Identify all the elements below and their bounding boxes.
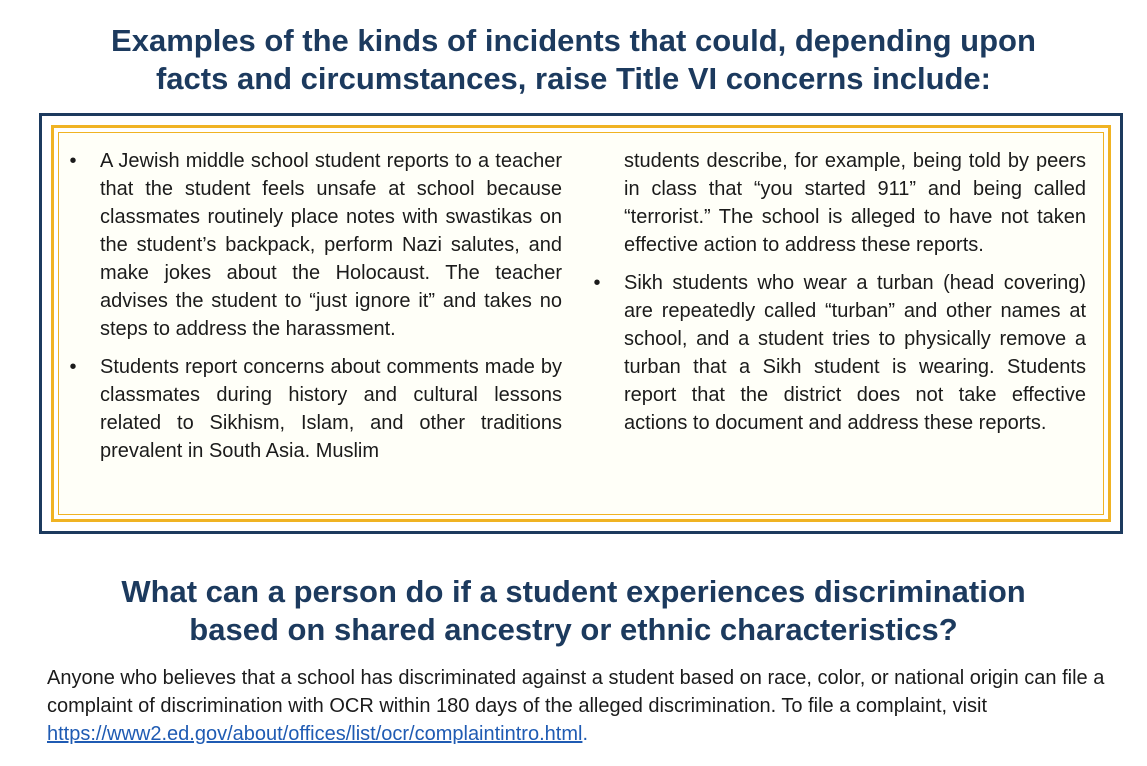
bullet-icon: • [69,356,77,378]
what-to-do-heading-line1: What can a person do if a student experi… [121,574,1026,609]
examples-heading: Examples of the kinds of incidents that … [0,22,1147,98]
examples-left-column: • A Jewish middle school student reports… [62,147,562,475]
list-item: • A Jewish middle school student reports… [62,147,562,343]
list-item: • Sikh students who wear a turban (head … [586,269,1086,437]
example-text: students describe, for example, being to… [624,150,1086,256]
list-item: • Students report concerns about comment… [62,353,562,465]
complaint-link-period: . [582,723,588,745]
what-to-do-heading-line2: based on shared ancestry or ethnic chara… [189,612,958,647]
what-to-do-heading: What can a person do if a student experi… [0,573,1147,649]
bullet-icon: • [69,150,77,172]
examples-heading-line1: Examples of the kinds of incidents that … [111,23,1036,58]
complaint-text: Anyone who believes that a school has di… [47,667,1105,717]
list-item-continued: students describe, for example, being to… [586,147,1086,259]
example-text: Students report concerns about comments … [100,356,562,462]
complaint-paragraph: Anyone who believes that a school has di… [47,664,1122,748]
example-text: Sikh students who wear a turban (head co… [624,272,1086,434]
examples-right-column: students describe, for example, being to… [586,147,1086,447]
bullet-icon: • [593,272,601,294]
examples-heading-line2: facts and circumstances, raise Title VI … [155,61,992,96]
example-text: A Jewish middle school student reports t… [100,150,562,340]
complaint-link[interactable]: https://www2.ed.gov/about/offices/list/o… [47,723,582,745]
